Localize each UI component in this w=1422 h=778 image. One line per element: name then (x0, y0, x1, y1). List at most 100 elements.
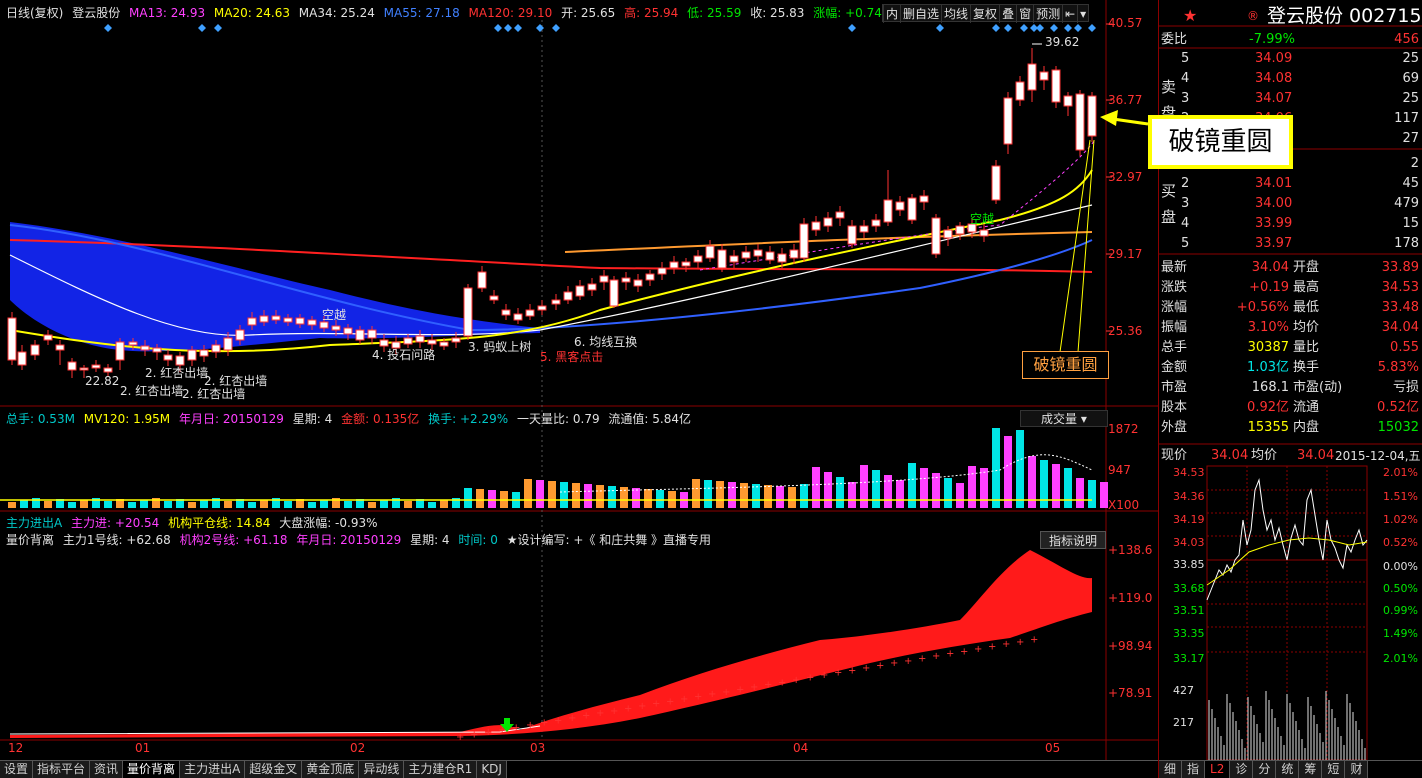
quote-tab[interactable]: 筹 (1299, 761, 1323, 778)
candle-up (991, 165, 1001, 201)
candle-up (681, 261, 691, 267)
tab-golden-cross[interactable]: 超级金叉 (245, 761, 303, 778)
indicator-plus-mark: + (708, 689, 716, 700)
tab-gold-top-bottom[interactable]: 黄金顶底 (302, 761, 360, 778)
candle-up (537, 305, 547, 311)
indicator-plus-mark: + (792, 675, 800, 686)
volume-bar (80, 500, 88, 508)
mini-axis-label: 0.00% (1383, 560, 1418, 573)
indicator-plus-mark: + (582, 711, 590, 722)
tab-main-flow[interactable]: 主力进出A (180, 761, 246, 778)
chevron-down-icon: ▾ (1080, 412, 1087, 426)
tab-abnormal-line[interactable]: 异动线 (359, 761, 405, 778)
candle-up (501, 309, 511, 316)
volume-bar (896, 480, 904, 508)
candle-up (259, 315, 269, 323)
candle-up (741, 251, 751, 259)
volume-bar (128, 502, 136, 508)
quote-tab[interactable]: 财 (1345, 761, 1369, 778)
indicator-plus-mark: + (750, 682, 758, 693)
indicator-plus-mark: + (890, 658, 898, 669)
tab-indicator-platform[interactable]: 指标平台 (33, 761, 91, 778)
volume-bar (1004, 436, 1012, 508)
candle-up (551, 299, 561, 305)
tab-news[interactable]: 资讯 (90, 761, 124, 778)
signal-diamond (104, 24, 112, 32)
indicator1-name[interactable]: 主力进出A (6, 516, 62, 530)
ma-orange-line (564, 231, 1093, 253)
annotation-kongyue: 空越 (322, 308, 347, 322)
quote-tab[interactable]: 分 (1253, 761, 1277, 778)
volume-bar (548, 481, 556, 508)
volume-bar (920, 468, 928, 508)
candle-up (811, 221, 821, 231)
candle-up (477, 271, 487, 289)
volume-bar (224, 501, 232, 508)
candle-up (489, 295, 499, 301)
signal-diamond (504, 24, 512, 32)
volume-bar (380, 500, 388, 508)
candle-up (295, 317, 305, 325)
quote-tab[interactable]: 细 (1159, 761, 1183, 778)
mini-axis-label: 1.49% (1383, 627, 1418, 640)
candle-up (895, 201, 905, 211)
candle-up (67, 361, 77, 371)
annotation-hongxing: 2. 红杏出墙 (145, 366, 209, 380)
mini-axis-label: 0.99% (1383, 604, 1418, 617)
signal-diamond (1050, 24, 1058, 32)
volume-bar (1100, 482, 1108, 508)
indicator-plus-mark: + (820, 670, 828, 681)
volume-bar (704, 480, 712, 508)
signal-diamond (214, 24, 222, 32)
candle-up (463, 287, 473, 337)
candle-up (513, 313, 523, 321)
annotation-toushi: 4. 投石问路 (372, 348, 436, 362)
tab-main-build[interactable]: 主力建仓R1 (404, 761, 478, 778)
candle-up (753, 249, 763, 257)
indicator1-market: 大盘涨幅: -0.93% (279, 516, 378, 530)
volume-axis-label: X100 (1108, 498, 1140, 512)
quote-tab[interactable]: 指 (1182, 761, 1206, 778)
annotation-junxian: 6. 均线互换 (574, 335, 638, 349)
quote-tab[interactable]: L2 (1205, 761, 1231, 778)
indicator-plus-mark: + (778, 677, 786, 688)
candle-up (199, 349, 209, 357)
candle-up (152, 347, 162, 353)
intraday-avg-line (1206, 537, 1368, 586)
volume-bar (488, 490, 496, 508)
indicator2-header: 量价背离 主力1号线: +62.68 机构2号线: +61.18 年月日: 20… (6, 531, 716, 549)
mini-axis-label: 2.01% (1383, 652, 1418, 665)
indicator1-header: 主力进出A 主力进: +20.54 机构平仓线: 14.84 大盘涨幅: -0.… (6, 514, 383, 532)
quote-tab[interactable]: 诊 (1230, 761, 1254, 778)
volume-bar (1040, 460, 1048, 508)
indicator-explain-button[interactable]: 指标说明 (1040, 531, 1106, 549)
candle-up (955, 225, 965, 235)
tab-settings[interactable]: 设置 (0, 761, 34, 778)
candle-up (563, 291, 573, 301)
stock-terminal: { "header": { "period_label": "日线(复权)", … (0, 0, 1422, 778)
indicator-plus-mark: + (876, 661, 884, 672)
candle-up (140, 345, 150, 351)
quote-tab[interactable]: 统 (1276, 761, 1300, 778)
volume-weekday: 星期: 4 (292, 412, 333, 426)
candle-up (439, 341, 449, 347)
volume-bar (428, 502, 436, 508)
volume-indicator-label: 成交量 (1041, 412, 1078, 426)
candle-up (621, 277, 631, 283)
volume-bar (1064, 468, 1072, 508)
tab-volume-divergence[interactable]: 量价背离 (123, 761, 181, 778)
indicator2-name[interactable]: 量价背离 (6, 533, 54, 547)
price-axis-label: 29.17 (1108, 247, 1143, 261)
candle-up (271, 315, 281, 321)
tab-kdj[interactable]: KDJ (477, 761, 507, 778)
mini-axis-label: 33.51 (1173, 604, 1205, 617)
volume-bar (8, 502, 16, 508)
volume-indicator-select[interactable]: 成交量 ▾ (1020, 410, 1108, 427)
volume-bar (728, 482, 736, 508)
quote-tab[interactable]: 短 (1322, 761, 1346, 778)
indicator-plus-mark: + (484, 727, 492, 738)
signal-diamond (552, 24, 560, 32)
candle-up (91, 364, 101, 369)
indicator-plus-mark: + (946, 649, 954, 660)
candle-up (17, 351, 27, 366)
